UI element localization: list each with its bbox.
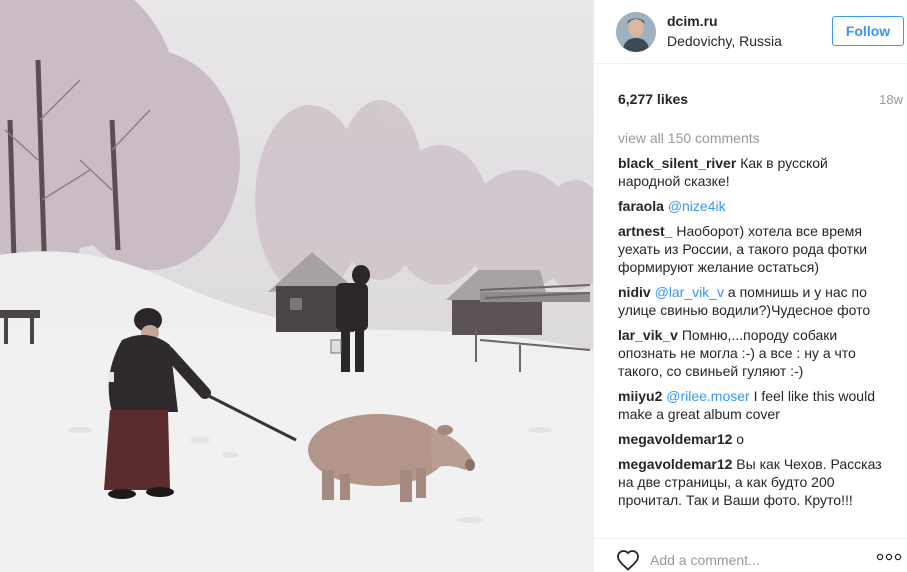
post-side-panel: dcim.ru Dedovichy, Russia Follow 6,277 l…	[593, 0, 907, 572]
post-username[interactable]: dcim.ru	[667, 13, 718, 29]
comment-mention[interactable]: @rilee.moser	[666, 388, 749, 404]
comment: black_silent_river Как в русской народно…	[618, 154, 890, 190]
comment-username[interactable]: miiyu2	[618, 388, 662, 404]
comment-bar	[594, 538, 907, 572]
comment-mention[interactable]: @nize4ik	[668, 198, 726, 214]
comment: artnest_ Наоборот) хотела все время уеха…	[618, 222, 890, 276]
likes-row: 6,277 likes 18w	[618, 90, 903, 110]
more-options-icon[interactable]	[876, 553, 902, 561]
comment: megavoldemar12 Вы как Чехов. Рассказ на …	[618, 455, 890, 509]
comment: megavoldemar12 о	[618, 430, 890, 448]
comment: lar_vik_v Помню,...породу собаки опознат…	[618, 326, 890, 380]
comment: miiyu2 @rilee.moser I feel like this wou…	[618, 387, 890, 423]
post-header: dcim.ru Dedovichy, Russia Follow	[594, 0, 907, 64]
post-photo[interactable]	[0, 0, 593, 572]
heart-icon[interactable]	[616, 549, 640, 571]
post-location[interactable]: Dedovichy, Russia	[667, 33, 782, 49]
post-age[interactable]: 18w	[879, 92, 903, 107]
avatar-image	[616, 12, 656, 52]
comment-username[interactable]: megavoldemar12	[618, 431, 732, 447]
comments-list: view all 150 comments black_silent_river…	[618, 129, 890, 516]
comment-username[interactable]: lar_vik_v	[618, 327, 678, 343]
comment: nidiv @lar_vik_v а помнишь и у нас по ул…	[618, 283, 890, 319]
comment-username[interactable]: black_silent_river	[618, 155, 736, 171]
comment-username[interactable]: faraola	[618, 198, 664, 214]
comment-username[interactable]: artnest_	[618, 223, 672, 239]
follow-button[interactable]: Follow	[832, 16, 904, 46]
likes-count[interactable]: 6,277 likes	[618, 91, 688, 107]
comment-text: о	[736, 431, 745, 447]
comment: faraola @nize4ik	[618, 197, 890, 215]
add-comment-input[interactable]	[650, 551, 860, 569]
comment-mention[interactable]: @lar_vik_v	[655, 284, 724, 300]
avatar[interactable]	[616, 12, 656, 52]
comment-username[interactable]: nidiv	[618, 284, 651, 300]
comment-username[interactable]: megavoldemar12	[618, 456, 732, 472]
view-all-comments-link[interactable]: view all 150 comments	[618, 129, 890, 147]
